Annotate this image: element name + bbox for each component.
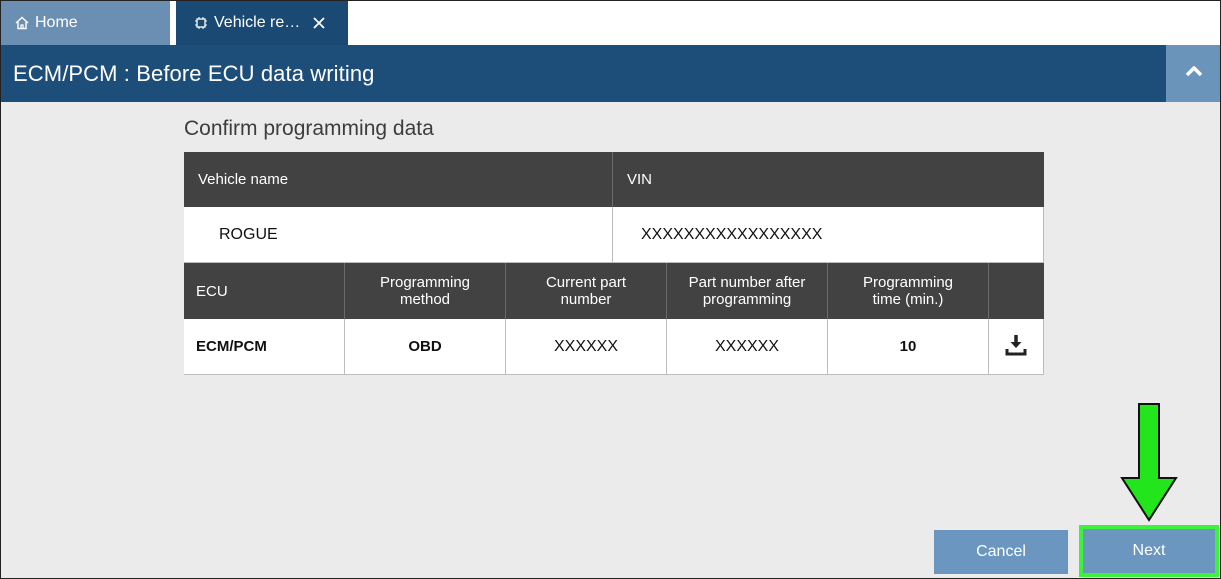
part-after-header: Part number after programming: [667, 263, 828, 319]
time-value: 10: [828, 319, 989, 375]
current-part-value: XXXXXX: [506, 319, 667, 375]
vehicle-data-row: ROGUE XXXXXXXXXXXXXXXXX: [184, 207, 1044, 263]
time-header: Programming time (min.): [828, 263, 989, 319]
tab-home-label: Home: [35, 14, 78, 31]
vehicle-name-header: Vehicle name: [184, 152, 613, 207]
ecu-header-row: ECU Programming method Current part numb…: [184, 263, 1044, 319]
tab-bar: Home Vehicle re…: [1, 1, 1220, 45]
home-icon: [15, 16, 29, 30]
ecu-value: ECM/PCM: [184, 319, 345, 375]
download-icon: [1005, 334, 1027, 360]
cancel-button[interactable]: Cancel: [934, 530, 1068, 574]
vehicle-header-row: Vehicle name VIN: [184, 152, 1044, 207]
chip-icon: [194, 16, 208, 30]
next-button[interactable]: Next: [1079, 525, 1219, 577]
ecu-data-row: ECM/PCM OBD XXXXXX XXXXXX 10: [184, 319, 1044, 375]
current-part-header: Current part number: [506, 263, 667, 319]
arrow-down-icon: [1119, 403, 1179, 528]
collapse-button[interactable]: [1166, 45, 1220, 102]
download-header: [989, 263, 1044, 319]
tab-vehicle-label: Vehicle re…: [214, 14, 301, 31]
vehicle-name-value: ROGUE: [184, 207, 613, 263]
part-after-value: XXXXXX: [667, 319, 828, 375]
page-header: ECM/PCM : Before ECU data writing: [1, 45, 1220, 102]
tab-vehicle-reprogramming[interactable]: Vehicle re…: [176, 1, 348, 45]
page-title: ECM/PCM : Before ECU data writing: [13, 60, 375, 86]
tab-home[interactable]: Home: [1, 1, 173, 45]
download-button[interactable]: [989, 319, 1044, 375]
chevron-up-icon: [1184, 64, 1204, 83]
close-icon[interactable]: [312, 16, 326, 30]
programming-data-table: Vehicle name VIN ROGUE XXXXXXXXXXXXXXXXX…: [184, 152, 1044, 375]
app-window: Home Vehicle re… ECM/PCM : Before ECU da…: [0, 0, 1221, 579]
vin-header: VIN: [613, 152, 1044, 207]
method-value: OBD: [345, 319, 506, 375]
vin-value: XXXXXXXXXXXXXXXXX: [613, 207, 1044, 263]
ecu-header: ECU: [184, 263, 345, 319]
method-header: Programming method: [345, 263, 506, 319]
section-title: Confirm programming data: [184, 117, 434, 140]
